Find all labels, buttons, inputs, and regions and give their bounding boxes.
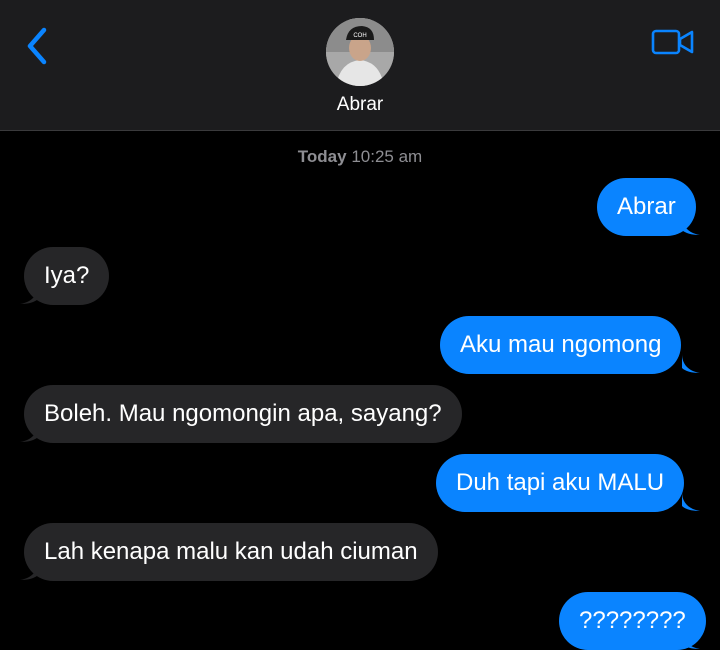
bubble-tail bbox=[682, 492, 700, 511]
conversation-header: COH Abrar bbox=[0, 0, 720, 131]
message-bubble-outgoing[interactable]: Duh tapi aku MALU bbox=[436, 454, 685, 512]
contact-name[interactable]: Abrar bbox=[0, 94, 720, 116]
video-camera-icon bbox=[651, 29, 694, 55]
timestamp-day: Today bbox=[297, 147, 347, 166]
timestamp-time: 10:25 am bbox=[351, 147, 423, 166]
video-call-button[interactable] bbox=[650, 26, 696, 58]
message-bubble-incoming[interactable]: Lah kenapa malu kan udah ciuman bbox=[24, 523, 438, 581]
message-bubble-incoming[interactable]: Iya? bbox=[24, 247, 110, 305]
chevron-left-icon bbox=[27, 27, 47, 65]
avatar-photo: COH bbox=[326, 18, 394, 86]
message-bubble-outgoing[interactable]: Aku mau ngomong bbox=[440, 316, 682, 374]
avatar-cap-text: COH bbox=[353, 33, 366, 39]
message-bubble-outgoing[interactable]: ???????? bbox=[559, 592, 706, 650]
bubble-tail bbox=[682, 354, 700, 373]
message-timestamp: Today 10:25 am bbox=[0, 147, 720, 167]
back-button[interactable] bbox=[20, 24, 56, 68]
avatar[interactable]: COH bbox=[326, 18, 394, 86]
message-bubble-incoming[interactable]: Boleh. Mau ngomongin apa, sayang? bbox=[24, 385, 462, 443]
message-bubble-outgoing[interactable]: Abrar bbox=[597, 178, 696, 236]
